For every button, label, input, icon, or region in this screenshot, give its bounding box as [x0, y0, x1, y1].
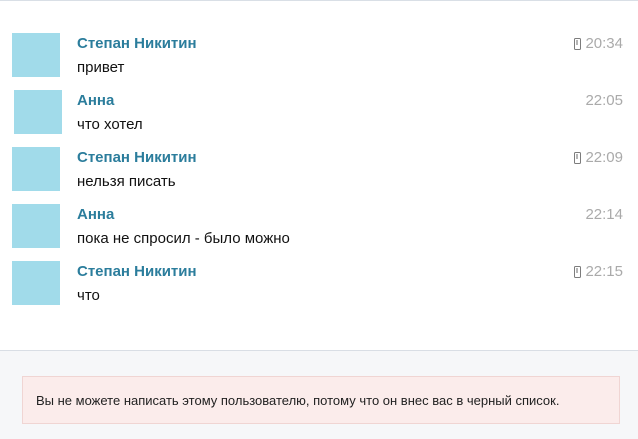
message-time[interactable]: 22:15: [585, 263, 623, 280]
message-meta: 22:14: [585, 206, 623, 223]
blacklist-notice-text: Вы не можете написать этому пользователю…: [36, 392, 560, 408]
message-item: Степан Никитин привет 20:34: [0, 33, 638, 90]
message-text: нельзя писать: [77, 173, 176, 190]
avatar[interactable]: [14, 90, 62, 134]
message-item: Степан Никитин нельзя писать 22:09: [0, 147, 638, 204]
message-meta: 22:15: [574, 263, 623, 280]
mobile-phone-icon: [574, 151, 582, 164]
message-author[interactable]: Степан Никитин: [77, 263, 197, 280]
message-time[interactable]: 20:34: [585, 35, 623, 52]
message-item: Анна пока не спросил - было можно 22:14: [0, 204, 638, 261]
avatar[interactable]: [12, 147, 60, 191]
message-item: Степан Никитин что 22:15: [0, 261, 638, 318]
avatar[interactable]: [12, 33, 60, 77]
message-meta: 20:34: [574, 35, 623, 52]
message-meta: 22:09: [574, 149, 623, 166]
message-item: Анна что хотел 22:05: [0, 90, 638, 147]
message-author[interactable]: Степан Никитин: [77, 149, 197, 166]
message-author[interactable]: Анна: [77, 92, 114, 109]
message-time[interactable]: 22:14: [585, 206, 623, 223]
message-text: пока не спросил - было можно: [77, 230, 290, 247]
blacklist-notice: Вы не можете написать этому пользователю…: [22, 376, 620, 424]
message-text: что: [77, 287, 100, 304]
avatar[interactable]: [12, 261, 60, 305]
message-time[interactable]: 22:09: [585, 149, 623, 166]
message-text: что хотел: [77, 116, 143, 133]
message-history: Степан Никитин привет 20:34 Анна что хот…: [0, 0, 638, 351]
message-text: привет: [77, 59, 125, 76]
message-author[interactable]: Степан Никитин: [77, 35, 197, 52]
mobile-phone-icon: [574, 37, 582, 50]
compose-area: Вы не можете написать этому пользователю…: [0, 350, 638, 439]
message-author[interactable]: Анна: [77, 206, 114, 223]
message-time[interactable]: 22:05: [585, 92, 623, 109]
avatar[interactable]: [12, 204, 60, 248]
mobile-phone-icon: [574, 265, 582, 278]
message-meta: 22:05: [585, 92, 623, 109]
